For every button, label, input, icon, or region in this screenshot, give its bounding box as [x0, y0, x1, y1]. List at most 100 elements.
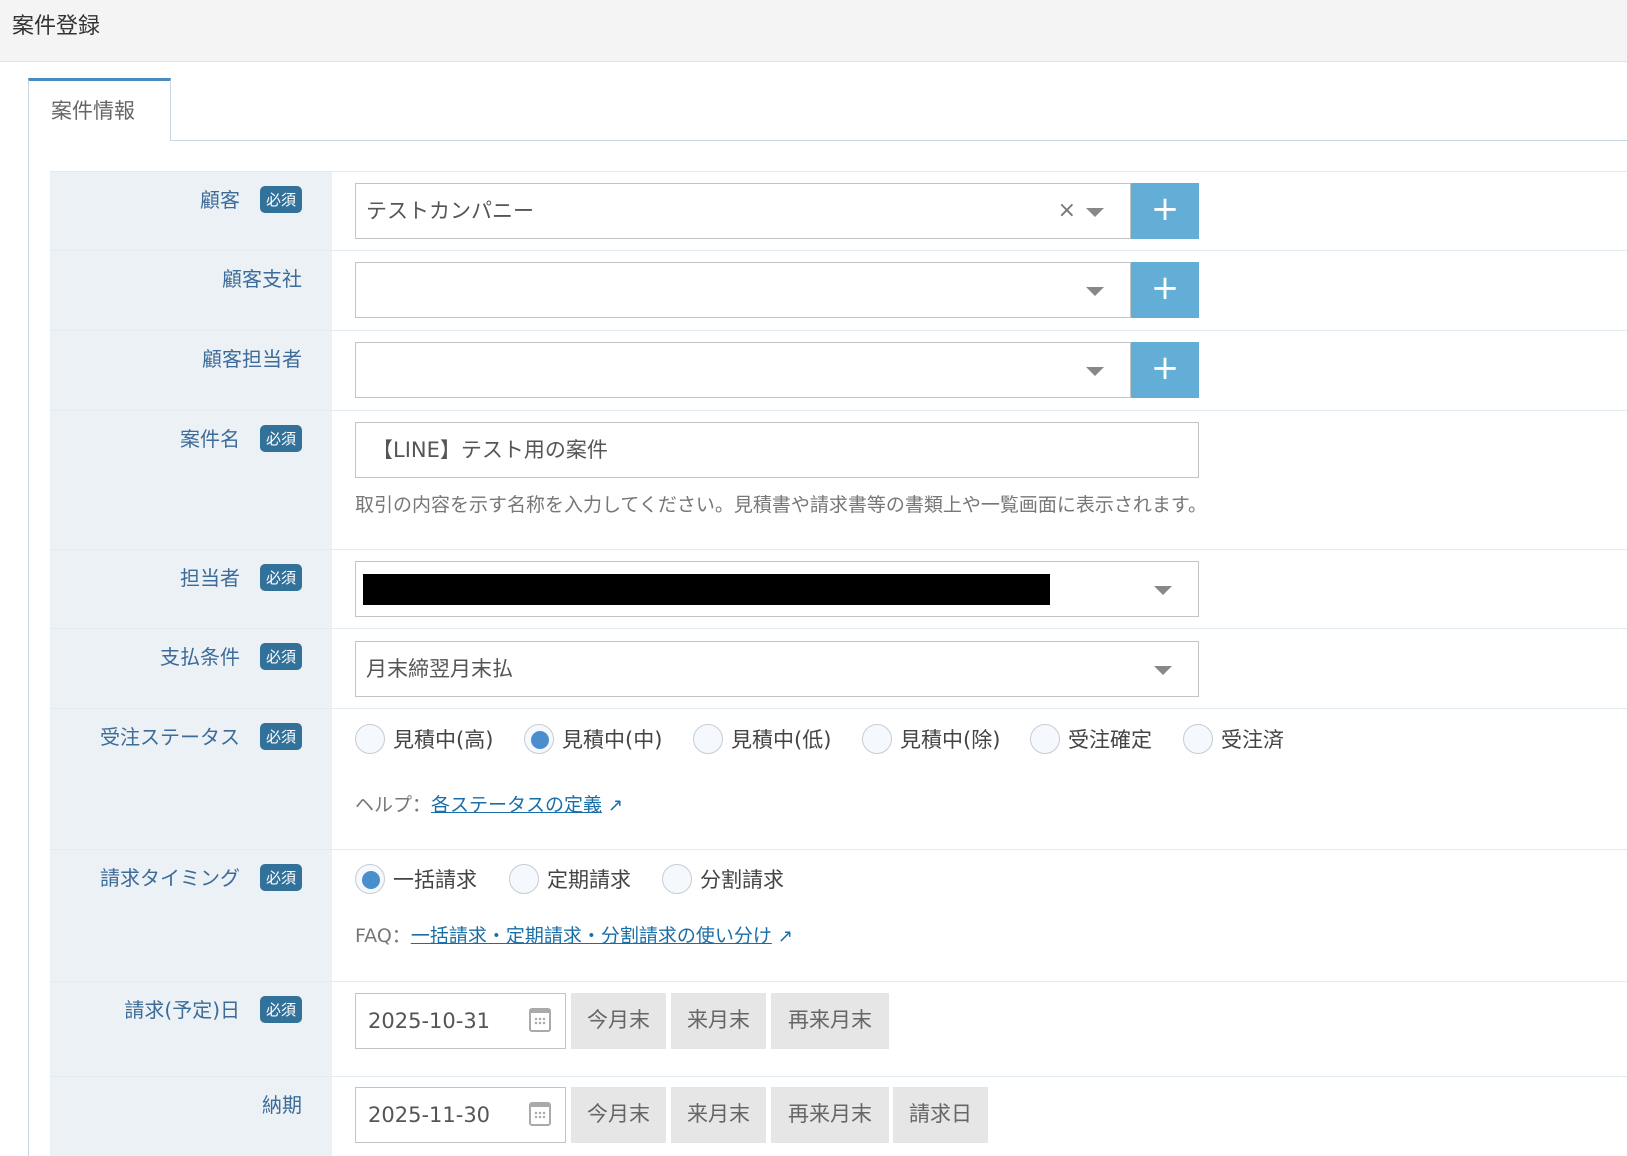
timing-radio[interactable]: 一括請求 — [355, 864, 477, 894]
field-label: 担当者 — [180, 566, 240, 590]
radio-label: 分割請求 — [700, 868, 784, 892]
status-radio[interactable]: 見積中(低) — [693, 724, 831, 754]
radio-circle — [355, 864, 385, 894]
tab-divider — [171, 140, 1627, 141]
contact-select[interactable] — [355, 342, 1131, 398]
field-label-cell: 請求タイミング 必須 — [50, 850, 332, 981]
field-label: 受注ステータス — [100, 725, 240, 749]
radio-circle — [662, 864, 692, 894]
field-label-cell: 顧客担当者 — [50, 331, 332, 410]
status-radio[interactable]: 見積中(中) — [524, 724, 662, 754]
chevron-down-icon — [1086, 367, 1104, 376]
add-customer-button[interactable]: + — [1131, 183, 1199, 239]
tab-label: 案件情報 — [51, 99, 135, 123]
chevron-down-icon — [1154, 666, 1172, 675]
payment-select[interactable]: 月末締翌月末払 — [355, 641, 1199, 697]
case-name-input[interactable]: 【LINE】テスト用の案件 — [355, 422, 1199, 478]
customer-select[interactable]: テストカンパニー × — [355, 183, 1131, 239]
required-badge: 必須 — [259, 996, 302, 1023]
required-badge: 必須 — [259, 425, 302, 452]
timing-radio[interactable]: 分割請求 — [662, 864, 784, 894]
field-label-cell: 納期 — [50, 1077, 332, 1156]
required-badge: 必須 — [259, 564, 302, 591]
chevron-down-icon — [1154, 586, 1172, 595]
radio-label: 見積中(高) — [393, 728, 494, 752]
radio-circle — [524, 724, 554, 754]
chevron-down-icon — [1086, 287, 1104, 296]
calendar-icon[interactable] — [529, 1008, 551, 1032]
delivery-date-input[interactable]: 2025-11-30 — [355, 1087, 566, 1143]
field-label-cell: 案件名 必須 — [50, 411, 332, 549]
field-label: 請求タイミング — [100, 866, 240, 890]
date-value: 2025-11-30 — [368, 1103, 491, 1127]
timing-faq: FAQ：一括請求・定期請求・分割請求の使い分け ↗ — [355, 921, 793, 948]
timing-faq-link[interactable]: 一括請求・定期請求・分割請求の使い分け — [411, 925, 772, 947]
status-help: ヘルプ：各ステータスの定義 ↗ — [355, 790, 623, 817]
panel-border — [28, 140, 29, 1156]
field-label-cell: 顧客 必須 — [50, 172, 332, 250]
required-badge: 必須 — [259, 723, 302, 750]
field-label: 案件名 — [180, 427, 240, 451]
radio-label: 見積中(低) — [731, 728, 832, 752]
chevron-down-icon — [1086, 208, 1104, 217]
clear-icon[interactable]: × — [1058, 184, 1076, 238]
radio-label: 見積中(中) — [562, 728, 663, 752]
billing-date-button[interactable]: 請求日 — [893, 1087, 988, 1143]
add-branch-button[interactable]: + — [1131, 262, 1199, 318]
radio-circle — [1183, 724, 1213, 754]
external-link-icon: ↗ — [608, 795, 624, 816]
radio-label: 一括請求 — [393, 868, 477, 892]
branch-select[interactable] — [355, 262, 1131, 318]
field-label: 納期 — [262, 1093, 302, 1117]
radio-circle — [509, 864, 539, 894]
page-header: 案件登録 — [0, 0, 1627, 62]
add-contact-button[interactable]: + — [1131, 342, 1199, 398]
month-after-next-end-button[interactable]: 再来月末 — [771, 993, 889, 1049]
field-label-cell: 受注ステータス 必須 — [50, 709, 332, 849]
field-label: 顧客支社 — [222, 267, 302, 291]
timing-radio[interactable]: 定期請求 — [509, 864, 631, 894]
field-label-cell: 顧客支社 — [50, 251, 332, 330]
radio-circle — [355, 724, 385, 754]
field-label-cell: 請求(予定)日 必須 — [50, 982, 332, 1076]
status-radio[interactable]: 受注済 — [1183, 724, 1284, 754]
status-definition-link[interactable]: 各ステータスの定義 — [431, 794, 602, 816]
radio-label: 見積中(除) — [900, 728, 1001, 752]
help-prefix: ヘルプ： — [355, 794, 432, 816]
billing-date-input[interactable]: 2025-10-31 — [355, 993, 566, 1049]
required-badge: 必須 — [259, 643, 302, 670]
required-badge: 必須 — [259, 186, 302, 213]
radio-circle — [862, 724, 892, 754]
redacted-block — [363, 574, 1050, 605]
field-label: 顧客担当者 — [202, 347, 302, 371]
calendar-icon[interactable] — [529, 1102, 551, 1126]
next-month-end-button[interactable]: 来月末 — [671, 1087, 766, 1143]
status-radio[interactable]: 見積中(高) — [355, 724, 493, 754]
radio-label: 受注済 — [1221, 728, 1284, 752]
row-status: 受注ステータス 必須 — [50, 708, 1627, 849]
next-month-end-button[interactable]: 来月末 — [671, 993, 766, 1049]
field-label: 支払条件 — [160, 645, 240, 669]
tab-case-info[interactable]: 案件情報 — [28, 78, 171, 141]
this-month-end-button[interactable]: 今月末 — [571, 1087, 666, 1143]
this-month-end-button[interactable]: 今月末 — [571, 993, 666, 1049]
field-label: 顧客 — [200, 188, 240, 212]
radio-label: 受注確定 — [1068, 728, 1152, 752]
page-title: 案件登録 — [12, 14, 101, 39]
radio-circle — [693, 724, 723, 754]
payment-value: 月末締翌月末払 — [366, 657, 513, 681]
date-value: 2025-10-31 — [368, 1009, 491, 1033]
status-radio[interactable]: 受注確定 — [1030, 724, 1152, 754]
owner-select[interactable] — [355, 561, 1199, 617]
field-label-cell: 支払条件 必須 — [50, 629, 332, 708]
external-link-icon: ↗ — [777, 926, 793, 947]
field-label-cell: 担当者 必須 — [50, 550, 332, 628]
radio-circle — [1030, 724, 1060, 754]
radio-label: 定期請求 — [547, 868, 631, 892]
customer-value: テストカンパニー — [366, 199, 534, 223]
row-billing-timing: 請求タイミング 必須 — [50, 849, 1627, 981]
status-radio[interactable]: 見積中(除) — [862, 724, 1000, 754]
faq-prefix: FAQ： — [355, 925, 411, 947]
month-after-next-end-button[interactable]: 再来月末 — [771, 1087, 889, 1143]
case-name-help: 取引の内容を示す名称を入力してください。見積書や請求書等の書類上や一覧画面に表示… — [355, 494, 1207, 516]
